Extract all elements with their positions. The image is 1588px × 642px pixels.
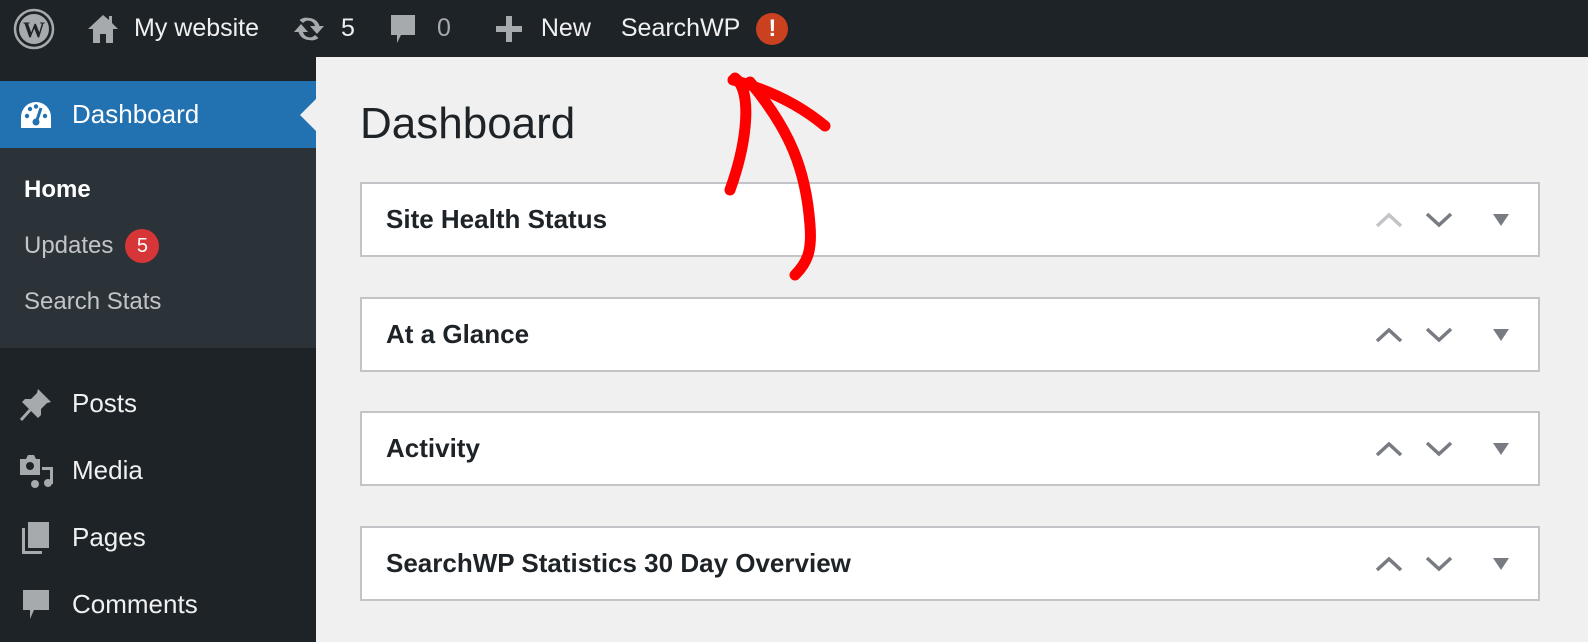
- site-name-link[interactable]: My website: [86, 0, 259, 57]
- widget-title[interactable]: Activity: [362, 433, 1364, 464]
- toggle-panel-button[interactable]: [1476, 195, 1526, 245]
- widget-at-a-glance: At a Glance: [360, 297, 1540, 372]
- page-title: Dashboard: [360, 99, 576, 148]
- admin-bar: W My website 5 0 New SearchWP !: [0, 0, 1588, 57]
- main-content: Dashboard Site Health Status At a Glance…: [316, 57, 1588, 642]
- move-up-button[interactable]: [1364, 310, 1414, 360]
- alert-icon: !: [756, 12, 789, 45]
- submenu-item-search-stats[interactable]: Search Stats: [0, 274, 316, 330]
- toggle-panel-button[interactable]: [1476, 539, 1526, 589]
- move-down-button[interactable]: [1414, 424, 1464, 474]
- new-content-link[interactable]: New: [495, 0, 591, 57]
- submenu-item-updates[interactable]: Updates 5: [0, 218, 316, 274]
- move-up-button[interactable]: [1364, 195, 1414, 245]
- move-up-button[interactable]: [1364, 424, 1414, 474]
- admin-sidebar: Dashboard Home Updates 5 Search Stats Pos…: [0, 57, 316, 642]
- current-menu-arrow: [300, 98, 316, 131]
- svg-text:W: W: [23, 17, 45, 42]
- widget-searchwp-statistics: SearchWP Statistics 30 Day Overview: [360, 526, 1540, 601]
- sidebar-item-posts[interactable]: Posts: [0, 370, 316, 437]
- pushpin-icon: [18, 386, 54, 422]
- pages-icon: [18, 520, 54, 556]
- widget-site-health-status: Site Health Status: [360, 182, 1540, 257]
- widget-title[interactable]: SearchWP Statistics 30 Day Overview: [362, 548, 1364, 579]
- sidebar-item-dashboard[interactable]: Dashboard: [0, 81, 316, 148]
- sidebar-item-media[interactable]: Media: [0, 437, 316, 504]
- sidebar-item-comments[interactable]: Comments: [0, 571, 316, 638]
- updates-link[interactable]: 5: [291, 0, 355, 57]
- move-down-button[interactable]: [1414, 195, 1464, 245]
- dashboard-submenu: Home Updates 5 Search Stats: [0, 148, 316, 348]
- comment-icon: [389, 13, 417, 45]
- wordpress-logo-icon[interactable]: W: [12, 0, 56, 57]
- home-icon: [86, 13, 120, 45]
- toggle-panel-button[interactable]: [1476, 310, 1526, 360]
- comment-icon: [18, 587, 54, 623]
- widget-title[interactable]: At a Glance: [362, 319, 1364, 350]
- move-up-button[interactable]: [1364, 539, 1414, 589]
- submenu-item-home[interactable]: Home: [0, 162, 316, 218]
- updates-icon: [291, 14, 327, 44]
- media-icon: [18, 453, 54, 489]
- sidebar-item-pages[interactable]: Pages: [0, 504, 316, 571]
- toggle-panel-button[interactable]: [1476, 424, 1526, 474]
- plus-icon: [495, 15, 523, 43]
- comments-link[interactable]: 0: [389, 0, 451, 57]
- updates-count-badge: 5: [125, 229, 160, 263]
- dashboard-icon: [18, 97, 54, 133]
- widget-activity: Activity: [360, 411, 1540, 486]
- widget-title[interactable]: Site Health Status: [362, 204, 1364, 235]
- searchwp-menu[interactable]: SearchWP !: [621, 0, 789, 57]
- move-down-button[interactable]: [1414, 539, 1464, 589]
- move-down-button[interactable]: [1414, 310, 1464, 360]
